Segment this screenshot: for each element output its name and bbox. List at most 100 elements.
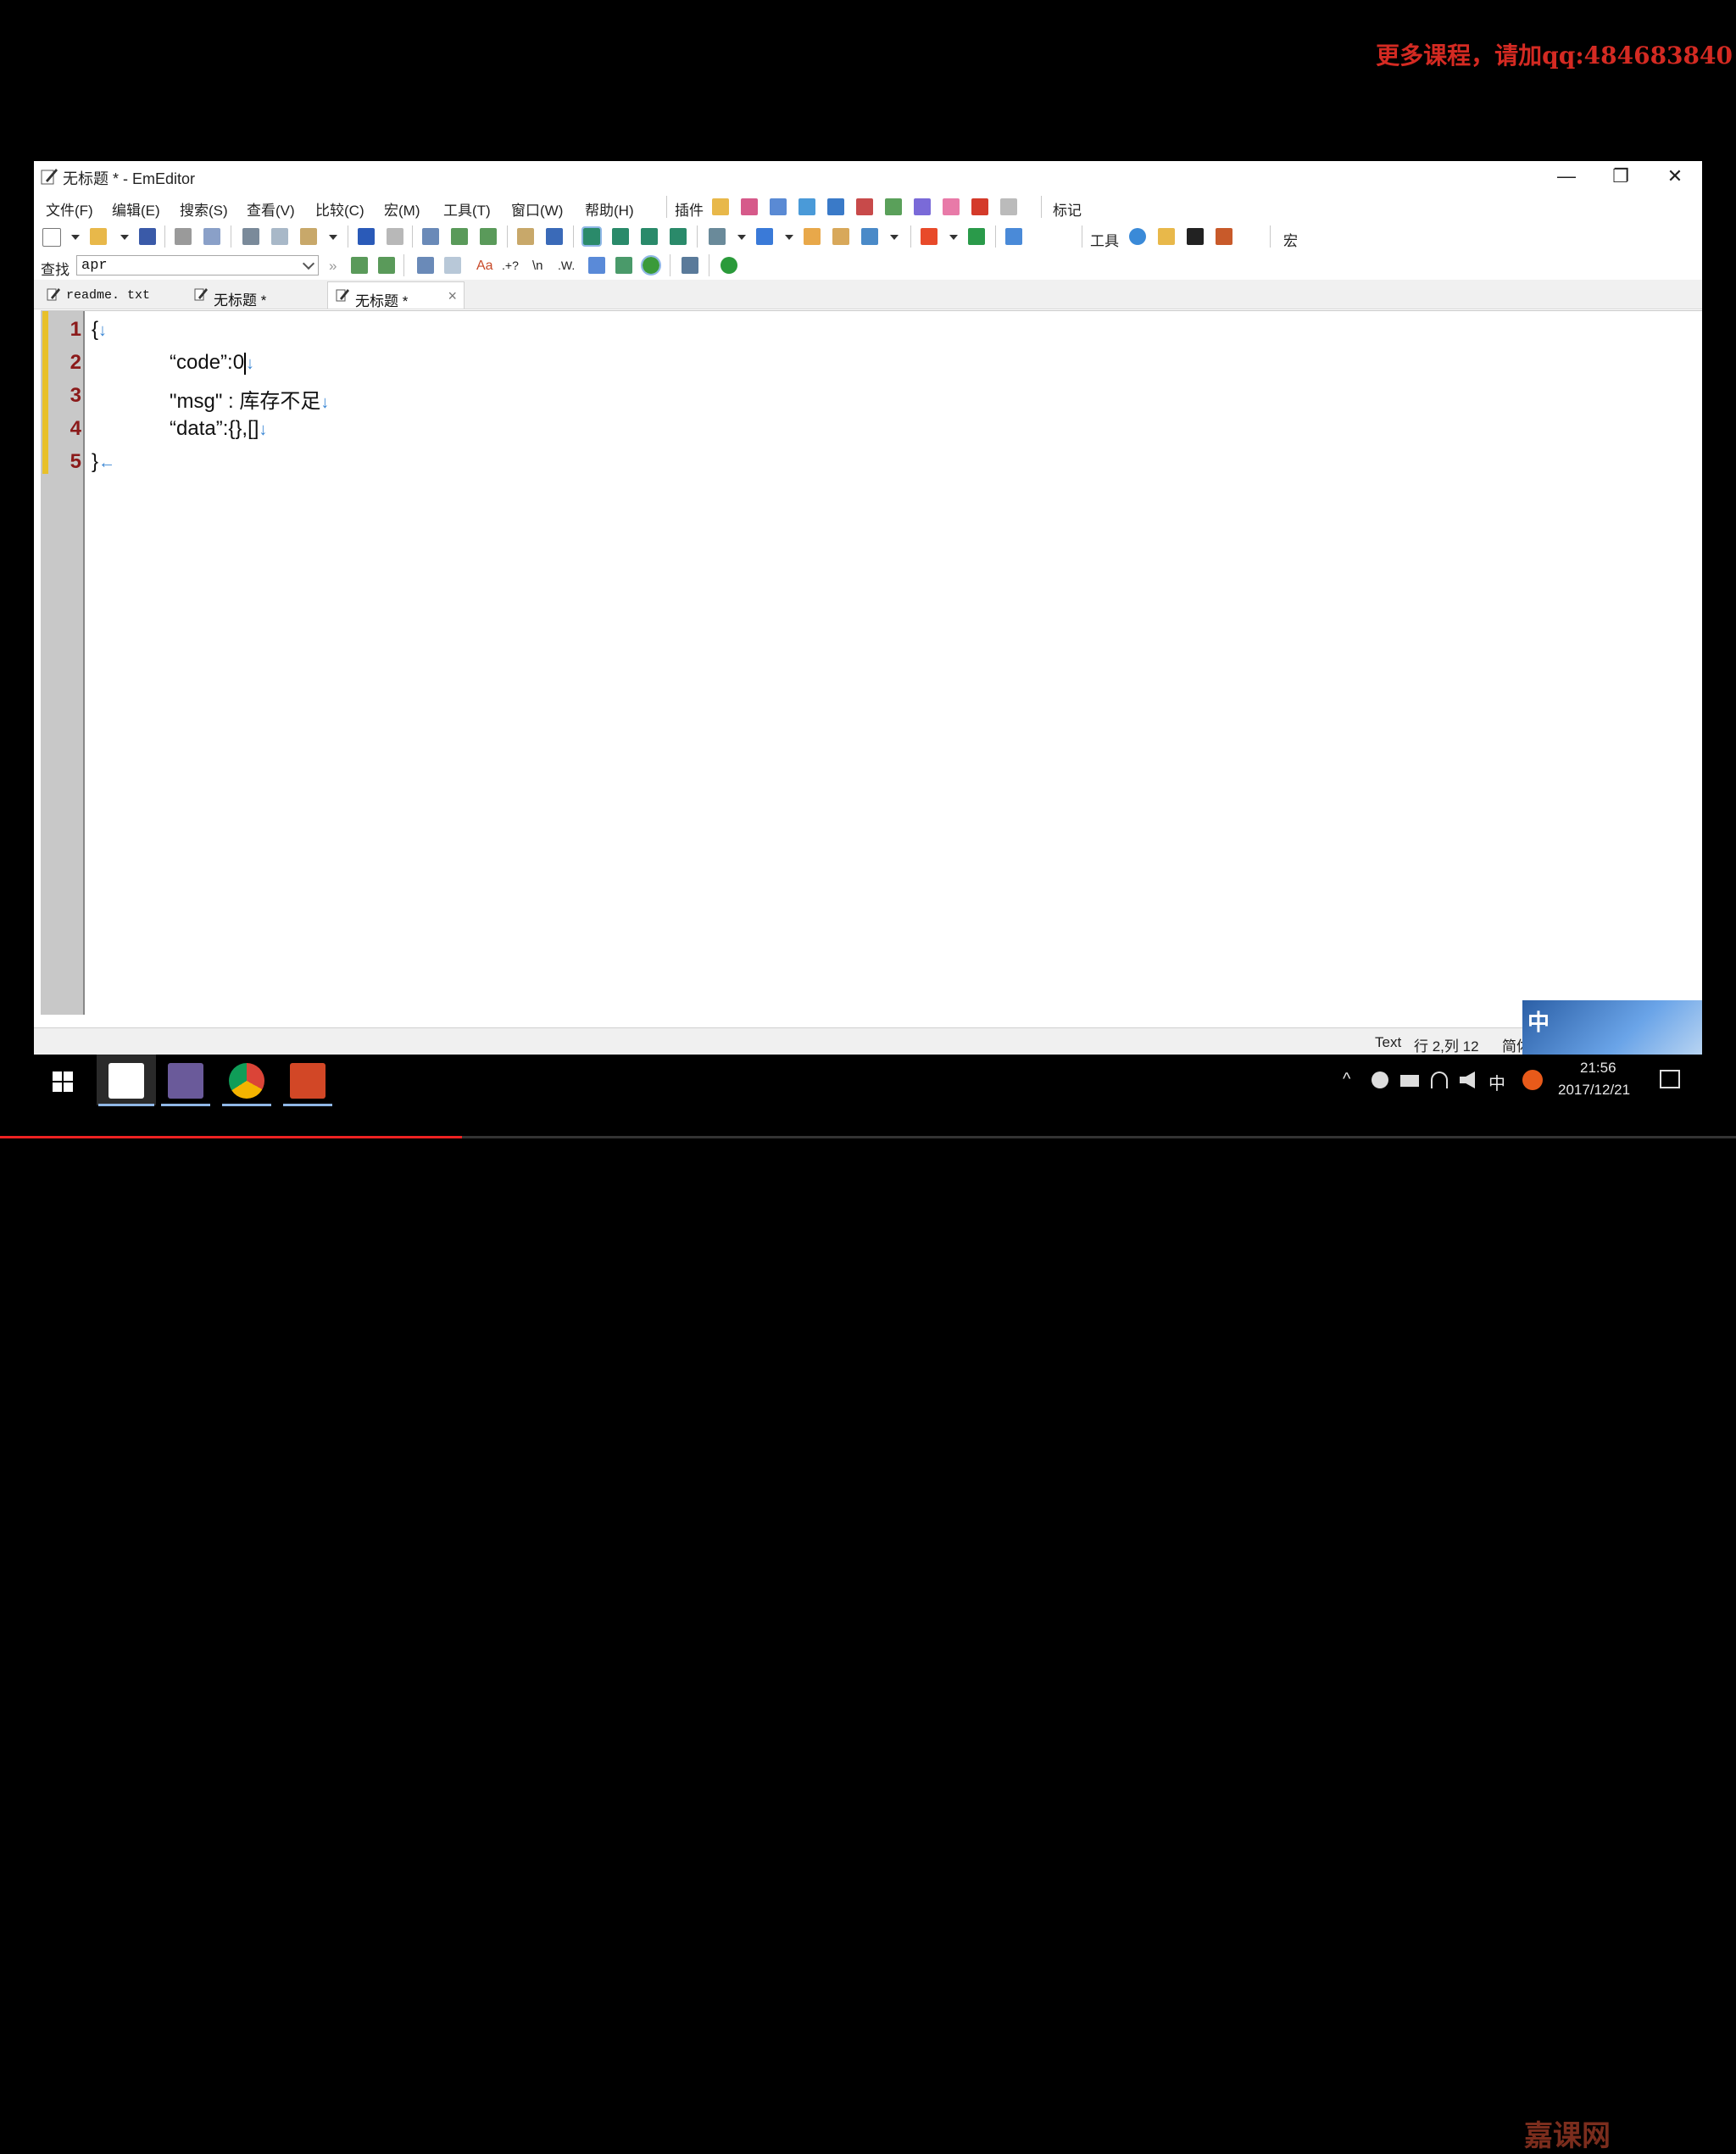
swap-icon[interactable] <box>615 257 632 274</box>
batch-icon[interactable] <box>682 257 698 274</box>
new-file-icon[interactable] <box>42 228 61 247</box>
tab-untitled-2[interactable]: 无标题 * × <box>327 281 465 309</box>
grid-icon[interactable] <box>588 257 605 274</box>
tab-readme[interactable]: readme. txt <box>39 281 181 309</box>
paste-dropdown-icon[interactable] <box>329 235 337 240</box>
video-progress-bar[interactable] <box>0 1136 1736 1138</box>
tab-close-icon[interactable]: × <box>448 287 457 305</box>
font-icon[interactable] <box>756 228 773 245</box>
status-position[interactable]: 行 2,列 12 <box>1414 1034 1479 1055</box>
status-mode[interactable]: Text <box>1375 1034 1401 1051</box>
more-options-icon[interactable]: » <box>329 258 337 275</box>
cut-icon[interactable] <box>242 228 259 245</box>
chevron-down-icon[interactable] <box>302 257 315 270</box>
menu-view[interactable]: 查看(V) <box>247 198 295 220</box>
menu-tools[interactable]: 工具(T) <box>443 198 491 220</box>
volume-icon[interactable] <box>1460 1071 1475 1088</box>
escape-toggle[interactable]: \n <box>532 259 543 273</box>
find-icon[interactable] <box>422 228 439 245</box>
copy-icon[interactable] <box>271 228 288 245</box>
ie-icon[interactable] <box>1129 228 1146 245</box>
defender-icon[interactable] <box>1372 1071 1388 1088</box>
wrap-page-icon[interactable] <box>670 228 687 245</box>
wifi-icon[interactable] <box>1431 1071 1448 1088</box>
battery-icon[interactable] <box>1400 1075 1419 1087</box>
config-icon[interactable] <box>709 228 726 245</box>
find-input[interactable]: apr <box>76 255 319 276</box>
plugin-folder-icon[interactable] <box>712 198 729 215</box>
notepad-icon[interactable] <box>1158 228 1175 245</box>
config-dropdown-icon[interactable] <box>737 235 746 240</box>
plugin-refresh-icon[interactable] <box>885 198 902 215</box>
plugin-copy-icon[interactable] <box>914 198 931 215</box>
font-dropdown-icon[interactable] <box>785 235 793 240</box>
menu-macro[interactable]: 宏(M) <box>384 198 420 220</box>
menu-search[interactable]: 搜索(S) <box>180 198 228 220</box>
find-prev-icon[interactable] <box>480 228 497 245</box>
record-dropdown-icon[interactable] <box>949 235 958 240</box>
customize-icon[interactable] <box>861 228 878 245</box>
record-macro-icon[interactable] <box>921 228 938 245</box>
plugin-calendar-icon[interactable] <box>741 198 758 215</box>
all-properties-icon[interactable] <box>832 228 849 245</box>
regex-toggle[interactable]: .+? <box>502 259 519 272</box>
save-icon[interactable] <box>139 228 156 245</box>
search-all-icon[interactable] <box>417 257 434 274</box>
customize-dropdown-icon[interactable] <box>890 235 899 240</box>
wrap-window-icon[interactable] <box>612 228 629 245</box>
plugin-doc-icon[interactable] <box>856 198 873 215</box>
redo-icon[interactable] <box>387 228 403 245</box>
close-button[interactable]: ✕ <box>1648 161 1702 192</box>
plugin-snippet-icon[interactable] <box>943 198 960 215</box>
plugin-flag-icon[interactable] <box>971 198 988 215</box>
globe-icon[interactable] <box>641 255 661 276</box>
menu-file[interactable]: 文件(F) <box>46 198 93 220</box>
wrench-icon[interactable] <box>1005 228 1022 245</box>
search-prev-icon[interactable] <box>378 257 395 274</box>
restore-button[interactable]: ❐ <box>1594 161 1648 192</box>
clock-time[interactable]: 21:56 <box>1580 1060 1616 1077</box>
run-macro-icon[interactable] <box>968 228 985 245</box>
sogou-ime-icon[interactable] <box>1522 1070 1543 1090</box>
plugin-window-icon[interactable] <box>798 198 815 215</box>
ime-indicator[interactable]: 中 <box>1488 1070 1505 1094</box>
open-folder-icon[interactable] <box>90 228 107 245</box>
text-editor[interactable]: 1 2 3 4 5 {↓ “code”:0 ↓ "msg" : 库存不足↓ “da… <box>41 310 1702 1015</box>
highlight-icon[interactable] <box>517 228 534 245</box>
chrome-taskbar-icon[interactable] <box>229 1063 264 1099</box>
game-taskbar-icon[interactable] <box>168 1063 203 1099</box>
menu-compare[interactable]: 比较(C) <box>315 198 364 220</box>
clock-date[interactable]: 2017/12/21 <box>1558 1082 1630 1099</box>
windows-start-icon[interactable] <box>53 1071 73 1092</box>
menu-edit[interactable]: 编辑(E) <box>112 198 160 220</box>
plugin-list-icon[interactable] <box>770 198 787 215</box>
open-dropdown-icon[interactable] <box>120 235 129 240</box>
powerpoint-taskbar-icon[interactable] <box>290 1063 326 1099</box>
print-icon[interactable] <box>175 228 192 245</box>
notification-icon[interactable] <box>1660 1070 1680 1088</box>
cmd-icon[interactable] <box>1187 228 1204 245</box>
undo-icon[interactable] <box>358 228 375 245</box>
plugin-disabled-icon[interactable] <box>1000 198 1017 215</box>
find-next-icon[interactable] <box>451 228 468 245</box>
wrap-chars-icon[interactable] <box>641 228 658 245</box>
match-case-toggle[interactable]: Aa <box>476 259 493 274</box>
minimize-button[interactable]: — <box>1539 161 1594 192</box>
properties-icon[interactable] <box>804 228 821 245</box>
search-next-icon[interactable] <box>351 257 368 274</box>
filter-icon[interactable] <box>546 228 563 245</box>
tray-expand-icon[interactable]: ^ <box>1343 1070 1350 1089</box>
hammer-icon[interactable] <box>1216 228 1232 245</box>
new-dropdown-icon[interactable] <box>71 235 80 240</box>
paste-icon[interactable] <box>300 228 317 245</box>
whole-word-toggle[interactable]: .W. <box>558 259 575 272</box>
search-files-icon[interactable] <box>444 257 461 274</box>
tab-untitled-1[interactable]: 无标题 * <box>186 281 324 309</box>
plugin-comment-icon[interactable] <box>827 198 844 215</box>
emeditor-taskbar-icon[interactable] <box>108 1063 144 1099</box>
arrow-right-icon[interactable] <box>721 257 737 274</box>
menu-help[interactable]: 帮助(H) <box>585 198 634 220</box>
wrap-none-icon[interactable] <box>581 226 602 247</box>
menu-window[interactable]: 窗口(W) <box>511 198 563 220</box>
print-preview-icon[interactable] <box>203 228 220 245</box>
